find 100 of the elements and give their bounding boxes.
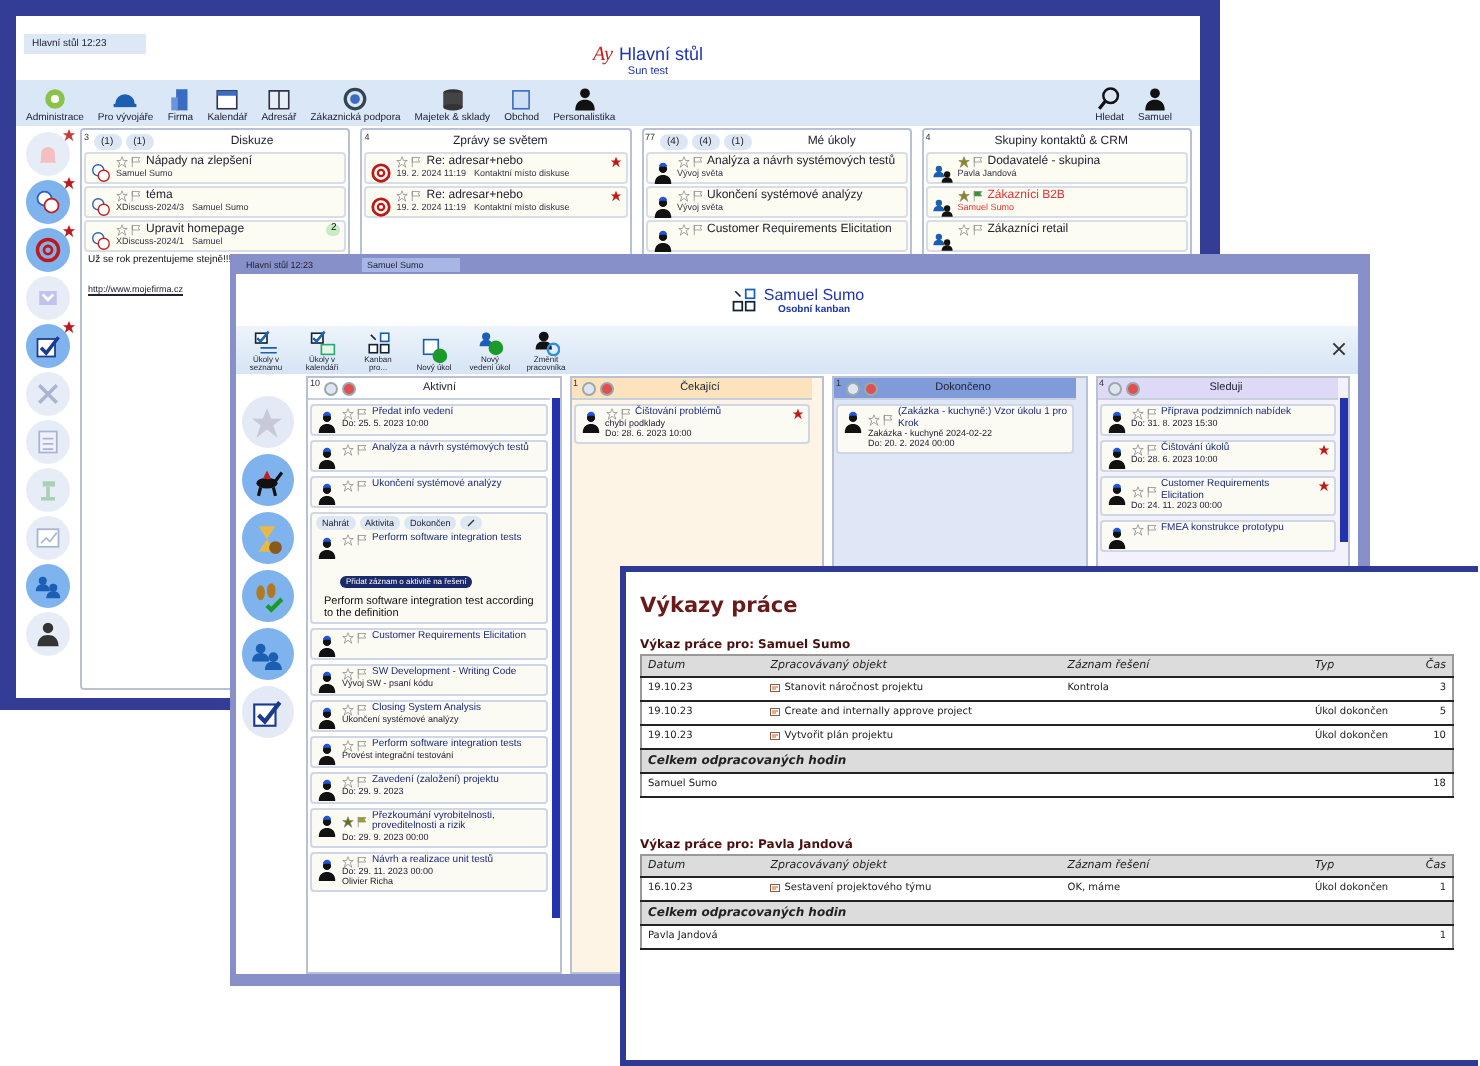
checkbox-icon	[250, 695, 284, 729]
flag-icon[interactable]	[130, 156, 142, 169]
gear-icon	[41, 86, 68, 112]
new-task-icon	[477, 329, 503, 356]
kanban-icon	[729, 284, 758, 316]
star-icon[interactable]	[116, 190, 128, 203]
flag-icon[interactable]	[1145, 485, 1157, 497]
star-icon[interactable]	[342, 631, 354, 644]
worker-icon	[1105, 410, 1127, 434]
star-icon[interactable]	[342, 444, 354, 456]
flag-icon[interactable]	[410, 190, 423, 203]
worker-icon	[316, 669, 338, 694]
flag-icon[interactable]	[882, 413, 894, 425]
worker-icon	[1105, 482, 1127, 506]
flag-icon[interactable]	[356, 855, 368, 868]
scrollbar[interactable]	[551, 398, 559, 918]
flag-icon[interactable]	[1145, 444, 1157, 456]
flag-icon[interactable]	[1145, 408, 1157, 420]
edit-button[interactable]	[460, 516, 483, 530]
footprints-icon	[250, 579, 284, 613]
nav-button[interactable]	[241, 628, 293, 680]
person-icon	[571, 86, 598, 112]
worker-icon	[651, 162, 673, 184]
flag-icon[interactable]	[971, 156, 984, 169]
worker-icon	[316, 777, 338, 802]
nav-button[interactable]	[241, 454, 293, 506]
star-icon[interactable]	[116, 156, 128, 169]
flag-icon[interactable]	[356, 631, 368, 644]
person-icon	[1142, 86, 1169, 112]
star-icon[interactable]	[396, 156, 409, 169]
flag-icon[interactable]	[356, 816, 368, 829]
worker-icon	[316, 482, 338, 506]
star-icon[interactable]	[342, 408, 354, 420]
star-icon[interactable]	[342, 480, 354, 492]
star-icon[interactable]	[605, 408, 617, 420]
task-icon	[770, 684, 781, 692]
star-icon[interactable]	[342, 855, 354, 868]
star-icon[interactable]	[342, 534, 354, 546]
star-icon[interactable]	[1131, 408, 1143, 420]
nav-button[interactable]	[26, 180, 70, 224]
worker-icon	[316, 813, 338, 838]
task-icon	[770, 732, 781, 740]
flag-icon[interactable]	[356, 775, 368, 788]
building-icon	[167, 86, 194, 112]
star-icon[interactable]	[677, 190, 689, 203]
flag-icon[interactable]	[356, 534, 368, 546]
flag-icon[interactable]	[971, 190, 984, 203]
flag-icon[interactable]	[130, 190, 142, 203]
star-icon[interactable]	[957, 190, 970, 203]
worker-icon	[1105, 446, 1127, 470]
star-icon[interactable]	[342, 775, 354, 788]
flag-icon[interactable]	[691, 224, 703, 237]
people-icon	[931, 162, 954, 184]
flag-icon[interactable]	[356, 739, 368, 752]
close-icon[interactable]	[1332, 342, 1346, 356]
star-icon[interactable]	[396, 190, 409, 203]
nav-button[interactable]	[26, 612, 70, 656]
pencil-icon	[466, 518, 477, 528]
star-icon[interactable]	[342, 703, 354, 716]
star-icon[interactable]	[868, 413, 880, 425]
flag-icon[interactable]	[356, 480, 368, 492]
star-icon[interactable]	[1131, 444, 1143, 456]
page-title: Hlavní stůl	[618, 44, 704, 64]
nav-button[interactable]	[26, 228, 70, 272]
worker-icon	[1105, 525, 1127, 550]
star-icon[interactable]	[677, 156, 689, 169]
flag-icon[interactable]	[619, 408, 631, 420]
star-icon[interactable]	[1131, 523, 1143, 536]
flag-icon[interactable]	[691, 190, 703, 203]
nav-button[interactable]	[26, 324, 70, 368]
worker-icon	[316, 446, 338, 470]
flag-icon[interactable]	[410, 156, 423, 169]
star-icon[interactable]	[342, 667, 354, 680]
checklist-icon	[253, 329, 279, 356]
task-icon	[770, 708, 781, 716]
star-icon[interactable]	[957, 156, 970, 169]
flag-icon[interactable]	[130, 224, 142, 237]
nav-button[interactable]	[26, 564, 70, 608]
star-icon[interactable]	[116, 224, 128, 237]
scrollbar[interactable]	[1340, 398, 1348, 542]
flag-icon[interactable]	[356, 667, 368, 680]
book-icon	[265, 86, 292, 112]
star-icon[interactable]	[957, 224, 970, 237]
star-icon[interactable]	[1131, 485, 1143, 497]
star-icon[interactable]	[342, 816, 354, 829]
flag-icon[interactable]	[691, 156, 703, 169]
chat-icon	[90, 196, 112, 218]
flag-icon[interactable]	[356, 444, 368, 456]
flag-icon[interactable]	[971, 224, 984, 237]
star-icon[interactable]	[342, 739, 354, 752]
star-icon[interactable]	[677, 224, 689, 237]
worker-icon	[651, 196, 673, 218]
checkbox-icon	[34, 332, 62, 360]
flag-icon[interactable]	[1145, 523, 1157, 536]
people-icon	[931, 196, 954, 218]
nav-button[interactable]	[241, 686, 293, 738]
task-icon	[770, 884, 781, 892]
search-icon	[1096, 86, 1123, 112]
flag-icon[interactable]	[356, 408, 368, 420]
flag-icon[interactable]	[356, 703, 368, 716]
